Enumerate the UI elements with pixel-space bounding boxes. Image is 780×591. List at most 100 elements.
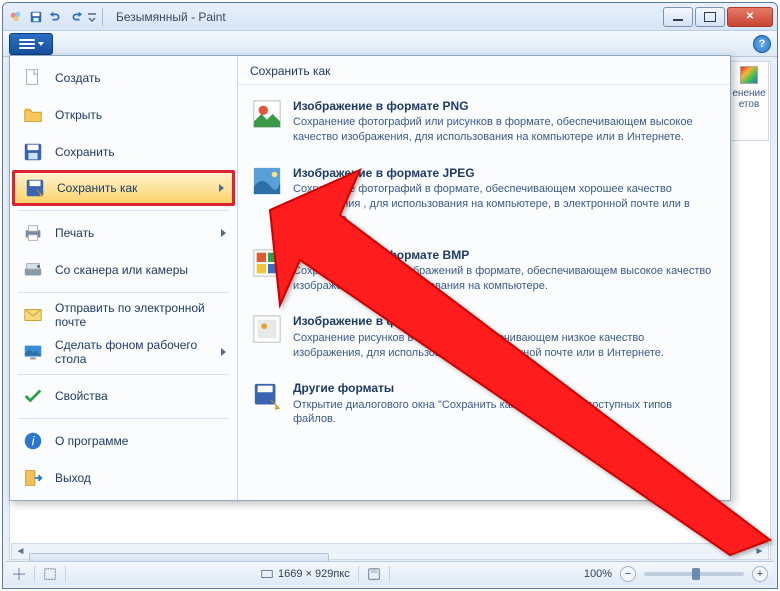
zoom-out-button[interactable]: − <box>620 566 636 582</box>
submenu-item-title: Изображение в формате PNG <box>293 98 717 114</box>
menu-item-properties[interactable]: Свойства <box>12 379 235 415</box>
submenu-arrow-icon <box>221 348 226 356</box>
selection-icon <box>43 567 57 581</box>
separator <box>34 566 35 582</box>
submenu-item-desc: Открытие диалогового окна "Сохранить как… <box>293 398 717 428</box>
submenu-item-desc: Сохранение фотографий или рисунков в фор… <box>293 115 717 145</box>
qat-redo-icon[interactable] <box>67 8 85 26</box>
paint-app-icon <box>7 8 25 26</box>
image-dimensions: 1669 × 929пкс <box>278 568 350 580</box>
menu-item-label: Выход <box>55 471 91 485</box>
submenu-item-desc: Сохранение рисунков в формате, обеспечив… <box>293 331 717 361</box>
crosshair-icon <box>12 567 26 581</box>
help-icon[interactable]: ? <box>753 35 771 53</box>
menu-item-email[interactable]: Отправить по электронной почте <box>12 297 235 333</box>
submenu-item-title: Изображение в формате BMP <box>293 247 717 263</box>
image-dimensions-panel: 1669 × 929пкс <box>260 567 350 581</box>
save-as-submenu: Сохранить как Изображение в формате PNG … <box>238 56 730 500</box>
ribbon-group-colors-peek: енение етов <box>729 61 769 141</box>
menu-item-label: Сделать фоном рабочего стола <box>55 338 211 366</box>
menu-item-label: Печать <box>55 226 94 240</box>
zoom-level: 100% <box>584 568 612 580</box>
submenu-item-png[interactable]: Изображение в формате PNG Сохранение фот… <box>242 91 726 156</box>
menu-item-save-as[interactable]: Сохранить как <box>12 170 235 206</box>
submenu-item-jpeg[interactable]: Изображение в формате JPEG Сохранение фо… <box>242 158 726 238</box>
open-folder-icon <box>21 103 45 127</box>
qat-customize-icon[interactable] <box>87 8 97 26</box>
separator <box>18 374 229 375</box>
dimensions-icon <box>260 567 274 581</box>
menu-item-about[interactable]: i О программе <box>12 423 235 459</box>
separator <box>18 292 229 293</box>
window-title: Безымянный - Paint <box>116 10 226 24</box>
file-menu-dropdown: Создать Открыть Сохранить Сохранить как … <box>9 55 731 501</box>
menu-item-open[interactable]: Открыть <box>12 97 235 133</box>
app-window: Безымянный - Paint ? ◄ ► енение етов <box>2 2 778 589</box>
edit-colors-label: енение етов <box>732 88 765 110</box>
menu-item-scanner[interactable]: Со сканера или камеры <box>12 252 235 288</box>
separator <box>358 566 359 582</box>
disk-icon <box>367 567 381 581</box>
menu-item-label: О программе <box>55 434 128 448</box>
window-controls <box>661 7 773 27</box>
edit-colors-icon <box>740 66 758 84</box>
email-icon <box>21 303 45 327</box>
cursor-position-panel <box>12 567 26 581</box>
menu-item-label: Со сканера или камеры <box>55 263 188 277</box>
submenu-item-bmp[interactable]: Изображение в формате BMP Сохранение люб… <box>242 240 726 305</box>
submenu-arrow-icon <box>219 184 224 192</box>
submenu-item-title: Изображение в формате JPEG <box>293 165 717 181</box>
bmp-format-icon <box>251 247 283 279</box>
separator <box>18 210 229 211</box>
separator <box>65 566 66 582</box>
ribbon-tabs-row: ? <box>3 31 777 57</box>
close-button[interactable] <box>727 7 773 27</box>
file-menu-button[interactable] <box>9 33 53 55</box>
menu-item-new[interactable]: Создать <box>12 60 235 96</box>
menu-item-label: Сохранить как <box>57 181 137 195</box>
caret-down-icon <box>38 42 44 46</box>
menu-item-save[interactable]: Сохранить <box>12 134 235 170</box>
menu-item-label: Сохранить <box>55 145 115 159</box>
save-as-icon <box>23 176 47 200</box>
submenu-arrow-icon <box>221 229 226 237</box>
scrollbar-horizontal[interactable]: ◄ ► <box>11 543 769 560</box>
new-file-icon <box>21 66 45 90</box>
menu-item-label: Создать <box>55 71 101 85</box>
quick-access-toolbar <box>7 8 106 26</box>
save-icon <box>21 140 45 164</box>
info-icon: i <box>21 429 45 453</box>
qat-undo-icon[interactable] <box>47 8 65 26</box>
submenu-item-desc: Сохранение любых изображений в формате, … <box>293 264 717 294</box>
status-bar: 1669 × 929пкс 100% − + <box>6 561 774 585</box>
menu-item-set-wallpaper[interactable]: Сделать фоном рабочего стола <box>12 334 235 370</box>
submenu-title: Сохранить как <box>238 56 730 85</box>
qat-save-icon[interactable] <box>27 8 45 26</box>
scroll-left-icon[interactable]: ◄ <box>12 544 29 559</box>
zoom-slider-thumb[interactable] <box>692 568 700 580</box>
wallpaper-icon <box>21 340 45 364</box>
titlebar: Безымянный - Paint <box>3 3 777 31</box>
minimize-button[interactable] <box>663 7 693 27</box>
submenu-item-gif[interactable]: Изображение в формате GIF Сохранение рис… <box>242 306 726 371</box>
zoom-in-button[interactable]: + <box>752 566 768 582</box>
separator <box>102 8 103 26</box>
jpeg-format-icon <box>251 165 283 197</box>
gif-format-icon <box>251 313 283 345</box>
menu-item-label: Свойства <box>55 389 108 403</box>
scroll-right-icon[interactable]: ► <box>751 544 768 559</box>
png-format-icon <box>251 98 283 130</box>
exit-icon <box>21 466 45 490</box>
menu-item-label: Отправить по электронной почте <box>55 301 226 329</box>
properties-icon <box>21 384 45 408</box>
separator <box>389 566 390 582</box>
submenu-item-other[interactable]: Другие форматы Открытие диалогового окна… <box>242 373 726 438</box>
zoom-slider[interactable] <box>644 572 744 576</box>
printer-icon <box>21 221 45 245</box>
maximize-button[interactable] <box>695 7 725 27</box>
selection-size-panel <box>43 567 57 581</box>
menu-item-exit[interactable]: Выход <box>12 460 235 496</box>
other-formats-icon <box>251 380 283 412</box>
menu-item-label: Открыть <box>55 108 102 122</box>
menu-item-print[interactable]: Печать <box>12 215 235 251</box>
